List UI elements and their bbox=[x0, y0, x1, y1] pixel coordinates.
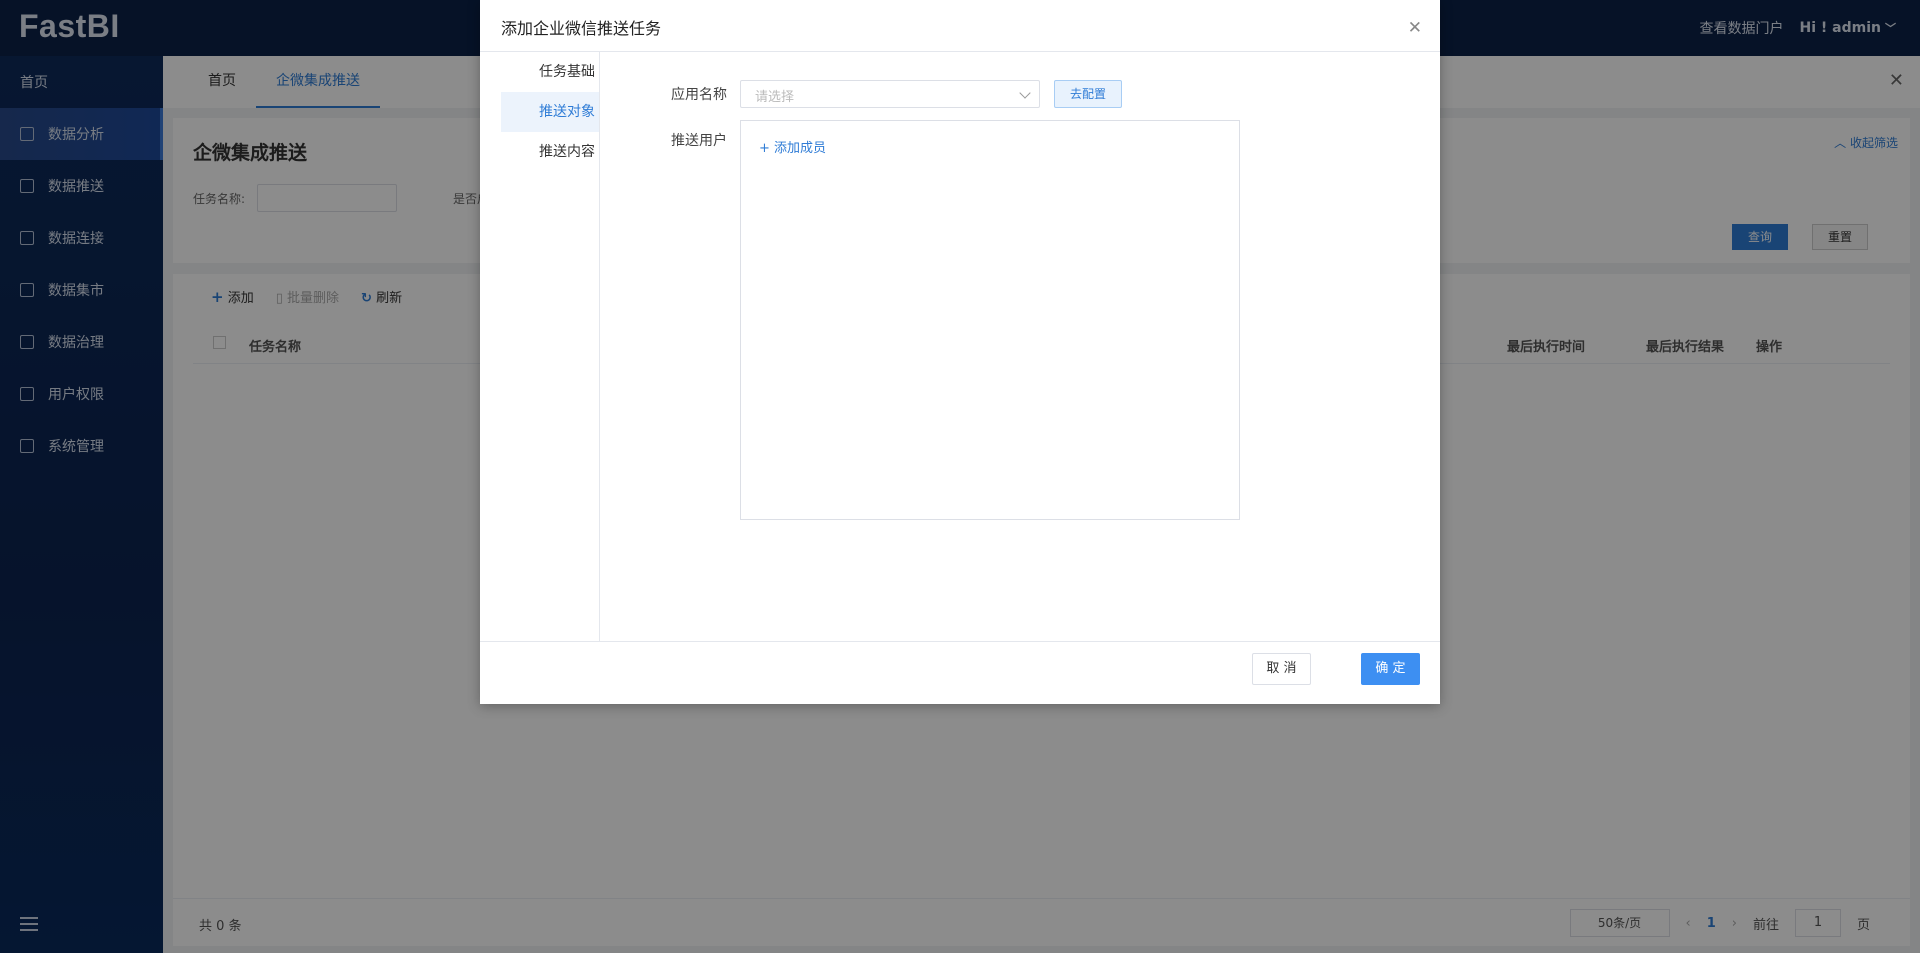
cancel-button[interactable]: 取 消 bbox=[1252, 653, 1311, 685]
app-name-select[interactable]: 请选择 bbox=[740, 80, 1040, 108]
step-push-content[interactable]: 推送内容 bbox=[501, 132, 599, 172]
plus-icon: + bbox=[759, 141, 770, 156]
add-member-button[interactable]: + 添加成员 bbox=[759, 137, 826, 156]
push-user-label: 推送用户 bbox=[671, 133, 727, 149]
dialog-title: 添加企业微信推送任务 bbox=[501, 19, 662, 38]
dialog-header: 添加企业微信推送任务 ✕ bbox=[480, 0, 1440, 52]
dialog-body: 任务基础 推送对象 推送内容 应用名称 请选择 去配置 推送用户 + 添加成员 bbox=[480, 52, 1440, 641]
step-task-basic[interactable]: 任务基础 bbox=[501, 52, 599, 92]
confirm-button[interactable]: 确 定 bbox=[1361, 653, 1420, 685]
app-name-placeholder: 请选择 bbox=[755, 90, 795, 105]
step-push-target[interactable]: 推送对象 bbox=[501, 92, 599, 132]
push-target-form: 应用名称 请选择 去配置 推送用户 + 添加成员 bbox=[600, 52, 1440, 641]
app-name-label: 应用名称 bbox=[671, 87, 727, 103]
dialog-footer: 取 消 确 定 bbox=[480, 641, 1440, 704]
push-user-box: + 添加成员 bbox=[740, 120, 1240, 520]
configure-button[interactable]: 去配置 bbox=[1054, 80, 1122, 108]
step-nav: 任务基础 推送对象 推送内容 bbox=[501, 52, 600, 641]
add-wecom-push-dialog: 添加企业微信推送任务 ✕ 任务基础 推送对象 推送内容 应用名称 请选择 去配置… bbox=[480, 0, 1440, 704]
close-icon[interactable]: ✕ bbox=[1408, 18, 1422, 38]
add-member-label: 添加成员 bbox=[774, 141, 827, 156]
chevron-down-icon bbox=[1019, 87, 1031, 99]
